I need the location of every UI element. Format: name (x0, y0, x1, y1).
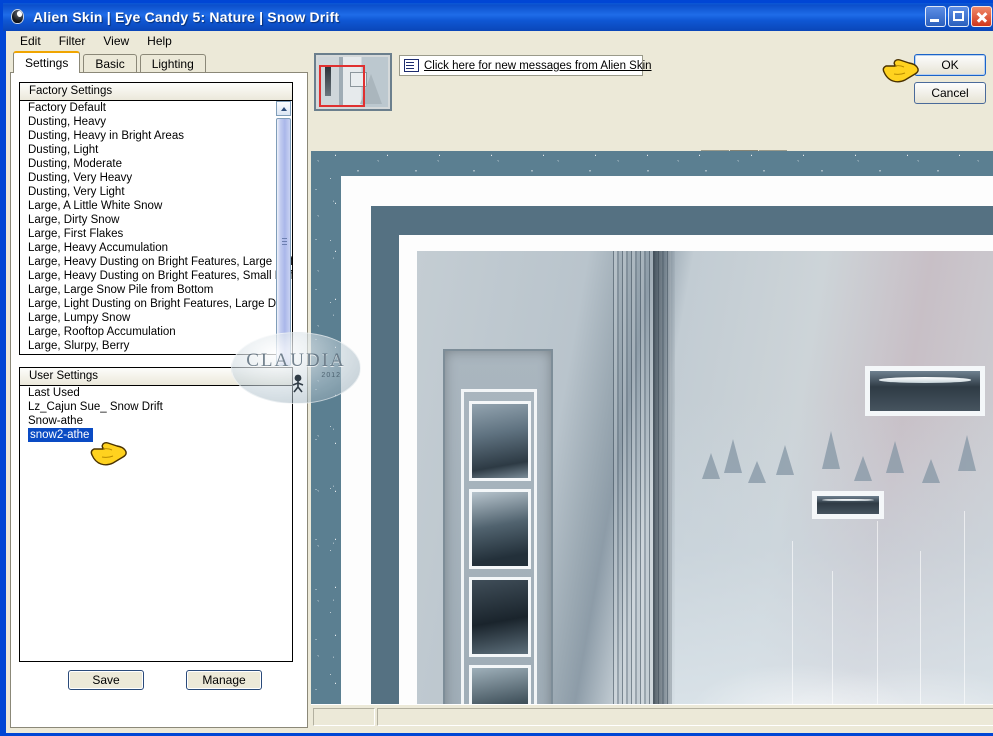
save-button[interactable]: Save (68, 670, 144, 690)
menu-item-filter[interactable]: Filter (50, 32, 95, 50)
scrollbar-track[interactable] (276, 116, 291, 366)
preview-navigator[interactable] (314, 53, 392, 111)
window-controls (925, 6, 992, 27)
menu-bar: Edit Filter View Help (6, 31, 993, 51)
close-button[interactable] (971, 6, 992, 27)
preview-photo-cell (469, 489, 531, 569)
tab-settings[interactable]: Settings (13, 51, 81, 73)
list-item[interactable]: Dusting, Heavy in Bright Areas (20, 129, 292, 143)
status-bar: 100% (311, 704, 993, 729)
title-bar: Alien Skin | Eye Candy 5: Nature | Snow … (3, 3, 993, 31)
list-item[interactable]: Large, A Little White Snow (20, 199, 292, 213)
list-item[interactable]: Dusting, Heavy (20, 115, 292, 129)
title-product: Eye Candy 5: Nature (115, 9, 255, 25)
preview-photo-cell (469, 577, 531, 657)
list-item[interactable]: Dusting, Very Light (20, 185, 292, 199)
tab-lighting[interactable]: Lighting (139, 54, 206, 73)
preview-slot-frame-small (812, 491, 884, 519)
list-item[interactable]: Large, Light Dusting on Bright Features,… (20, 297, 292, 311)
maximize-button[interactable] (948, 6, 969, 27)
user-settings-items[interactable]: Last Used Lz_Cajun Sue_ Snow Drift Snow-… (20, 386, 292, 661)
factory-settings-scrollbar[interactable] (276, 101, 291, 366)
list-item[interactable]: Dusting, Moderate (20, 157, 292, 171)
list-item[interactable]: Large, Heavy Dusting on Bright Features,… (20, 255, 292, 269)
title-separator-2: | (259, 9, 264, 25)
client-area: Edit Filter View Help Settings Basic Lig… (6, 31, 993, 733)
list-item[interactable]: Snow-athe (20, 414, 292, 428)
message-icon (404, 59, 419, 72)
title-app: Alien Skin (33, 9, 103, 25)
menu-item-help[interactable]: Help (138, 32, 181, 50)
navigator-viewport-rect[interactable] (319, 65, 365, 107)
list-item[interactable]: Large, Lumpy Snow (20, 311, 292, 325)
factory-settings-header: Factory Settings (20, 83, 292, 101)
minimize-button[interactable] (925, 6, 946, 27)
preview-slot-frame-large (865, 366, 985, 416)
menu-item-view[interactable]: View (94, 32, 138, 50)
window-title: Alien Skin | Eye Candy 5: Nature | Snow … (33, 9, 339, 25)
status-field-message (377, 708, 993, 726)
application-window: Alien Skin | Eye Candy 5: Nature | Snow … (0, 0, 993, 736)
list-item[interactable]: Large, Dirty Snow (20, 213, 292, 227)
pointing-hand-user-setting-cursor (89, 440, 135, 472)
claudia-watermark: CLAUDIA 2012 (231, 332, 361, 404)
list-item[interactable]: Dusting, Very Heavy (20, 171, 292, 185)
status-field-left (313, 708, 375, 726)
tab-strip: Settings Basic Lighting (8, 51, 209, 73)
watermark-figure-icon (287, 372, 309, 394)
scrollbar-thumb[interactable] (276, 118, 291, 366)
list-item[interactable]: Factory Default (20, 101, 292, 115)
list-item[interactable]: Large, Heavy Accumulation (20, 241, 292, 255)
list-item[interactable]: Large, Heavy Dusting on Bright Features,… (20, 269, 292, 283)
title-separator-1: | (106, 9, 111, 25)
factory-settings-items[interactable]: Factory Default Dusting, Heavy Dusting, … (20, 101, 292, 354)
preview-photo-cell (469, 401, 531, 481)
list-item[interactable]: Large, First Flakes (20, 227, 292, 241)
preview-snow-landscape (672, 401, 993, 729)
list-item[interactable]: Dusting, Light (20, 143, 292, 157)
preview-photo (417, 251, 993, 729)
list-item[interactable]: Large, Large Snow Pile from Bottom (20, 283, 292, 297)
tab-basic[interactable]: Basic (83, 54, 137, 73)
scroll-up-button[interactable] (276, 101, 291, 116)
pointing-hand-ok-cursor (881, 55, 927, 89)
watermark-text: CLAUDIA (246, 350, 346, 371)
new-messages-link[interactable]: Click here for new messages from Alien S… (424, 60, 652, 72)
message-bar[interactable]: Click here for new messages from Alien S… (399, 55, 652, 76)
menu-item-edit[interactable]: Edit (11, 32, 50, 50)
factory-settings-list[interactable]: Factory Settings Factory Default Dusting… (19, 82, 293, 366)
preview-region: Click here for new messages from Alien S… (311, 51, 993, 729)
title-filter: Snow Drift (267, 9, 340, 25)
list-item-selected[interactable]: snow2-athe (28, 428, 94, 442)
preview-canvas[interactable] (311, 151, 993, 729)
manage-button[interactable]: Manage (186, 670, 262, 690)
alien-head-icon (9, 8, 27, 26)
watermark-year: 2012 (321, 372, 341, 379)
user-settings-list[interactable]: User Settings Last Used Lz_Cajun Sue_ Sn… (19, 367, 293, 662)
